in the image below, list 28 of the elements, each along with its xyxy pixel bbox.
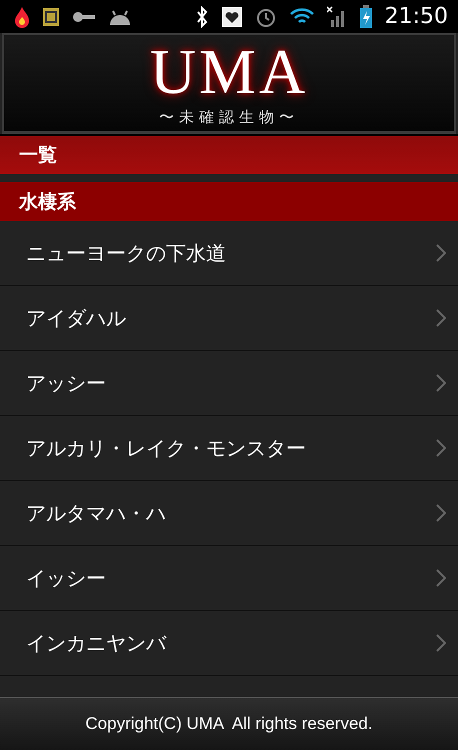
list-item[interactable]: ニューヨークの下水道 — [0, 221, 458, 286]
chevron-icon — [436, 244, 446, 262]
list-item[interactable]: アルタマハ・ハ — [0, 481, 458, 546]
chevron-icon — [436, 309, 446, 327]
chevron-icon — [436, 374, 446, 392]
flame-icon — [14, 6, 30, 28]
clock-time: 21:50 — [384, 4, 448, 29]
chevron-icon — [436, 634, 446, 652]
app-logo: UMA — [150, 40, 308, 104]
android-icon — [108, 8, 132, 26]
list-item[interactable]: アルカリ・レイク・モンスター — [0, 416, 458, 481]
list-item[interactable]: インカニヤンバ — [0, 611, 458, 676]
key-icon — [72, 10, 96, 24]
bluetooth-icon — [194, 6, 209, 28]
section-header[interactable]: 一覧 — [0, 136, 458, 174]
chevron-icon — [436, 504, 446, 522]
list-item[interactable]: イッシー — [0, 546, 458, 611]
list-item[interactable]: アッシー — [0, 351, 458, 416]
section-header: 水棲系 — [0, 182, 458, 221]
heart-card-icon — [220, 6, 243, 28]
app-subtitle: 〜未確認生物〜 — [159, 108, 299, 126]
chevron-icon — [436, 569, 446, 587]
app-icon — [42, 6, 60, 26]
chevron-icon — [436, 439, 446, 457]
copyright-text: Copyright(C) UMA All rights reserved. — [85, 714, 373, 734]
list-item[interactable]: アイダハル — [0, 286, 458, 351]
signal-icon — [326, 6, 347, 28]
battery-icon — [358, 4, 373, 28]
